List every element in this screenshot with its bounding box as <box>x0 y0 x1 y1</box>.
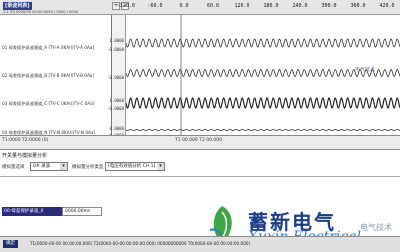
time-tick-label: 300.0 <box>321 3 337 9</box>
watermark-small: 电气技术 <box>355 67 376 73</box>
time-tick-label: 120.0 <box>234 3 250 9</box>
analysis-section-title: 开关量与模拟量分析 <box>2 153 48 159</box>
select1-label: 模拟量选择 <box>2 165 25 170</box>
select1-dropdown[interactable]: 0# 录波 ▾ <box>30 162 68 171</box>
bottom-info: T1(0000-00-00 00:00:00.000) T2(0000-00-0… <box>30 241 251 246</box>
time-tick-label: -120.0 <box>116 3 136 9</box>
time-tick-label: 240.0 <box>292 3 308 9</box>
toolbar: [录波列表] 2.1 (0) 0000/00 00:00:0000 / 0000… <box>0 0 400 15</box>
watermark-text: 电气技术 <box>360 223 392 232</box>
result-row-label[interactable]: 00-母差保护录波_0 <box>2 207 62 216</box>
bottom-status-bar: 确定 T1(0000-00-00 00:00:00.000) T2(0000-0… <box>0 236 400 252</box>
value-scale-column: 1.0000 -0.0000 -0.0000 1.0000 -0.0000 0.… <box>107 15 126 138</box>
channel-waveform-3 <box>126 97 400 109</box>
channel-waveform-4 <box>126 129 400 131</box>
channel-3-top-value: 1.0000 <box>109 98 124 103</box>
channel-1-bottom-value: -0.0000 <box>107 47 124 52</box>
time-tick-label: -60.0 <box>147 3 163 9</box>
time-ruler: -120.0 -60.0 0.0 60.0 120.0 180.0 240.0 300.0 36… <box>112 3 400 14</box>
channel-waveform-1 <box>126 38 400 48</box>
waveform-area[interactable] <box>126 15 400 135</box>
time-tick-label: 360.0 <box>350 3 366 9</box>
confirm-button[interactable]: 确定 <box>3 240 18 248</box>
status-right: T1 00.000 T2 00.000 <box>175 138 223 143</box>
select2-dropdown[interactable]: [电压有效值分析 CH 1] ▾ <box>105 162 165 171</box>
select2-label: 模拟量分析类型 <box>72 165 104 170</box>
chevron-down-icon[interactable]: ▾ <box>157 163 164 170</box>
channel-2-bottom-value: -0.0000 <box>107 75 124 80</box>
time-tick-label: 0.0 <box>179 3 189 9</box>
channel-4-top-value: 0.0000 <box>109 126 124 131</box>
channel-label-2[interactable]: 02 母差保护录波通道_B [TV-B 0KA(I)TV-B 0Aa] <box>2 73 94 79</box>
analysis-select-row: 模拟量选择 0# 录波 ▾ 模拟量分析类型 [电压有效值分析 CH 1] ▾ <box>0 160 400 176</box>
time-tick-label: 180.0 <box>263 3 279 9</box>
chevron-down-icon[interactable]: ▾ <box>60 163 67 170</box>
select1-value: 0# 录波 <box>33 164 51 169</box>
result-row-value: 0000.00ms <box>62 207 102 216</box>
channel-label-3[interactable]: 03 母差保护录波通道_C [TV-C 0KA(I)TV-C 0Aa] <box>2 101 94 107</box>
time-tick-label: 60.0 <box>206 3 220 9</box>
status-left: T1:0000 T2:0000 (0) <box>2 138 49 143</box>
window-name-tag[interactable]: [录波列表] <box>3 2 32 10</box>
status-bar: T1:0000 T2:0000 (0) T1 00.000 T2 00.000 <box>0 135 400 150</box>
channel-3-bottom-value: -0.0000 <box>107 106 124 111</box>
channel-label-1[interactable]: 01 母差保护录波通道_A [TV-A 0KA(I)TV-A 0Aa] <box>2 45 94 51</box>
time-tick-label: 420.0 <box>379 3 395 9</box>
channel-1-top-value: 1.0000 <box>109 38 124 43</box>
select2-value: [电压有效值分析 CH 1] <box>108 164 156 169</box>
channel-label-panel: 01 母差保护录波通道_A [TV-A 0KA(I)TV-A 0Aa] 02 母… <box>0 15 112 135</box>
toolbar-info-line: 2.1 (0) 0000/00 00:00:0000 / 0000 / 0000 <box>3 10 79 14</box>
